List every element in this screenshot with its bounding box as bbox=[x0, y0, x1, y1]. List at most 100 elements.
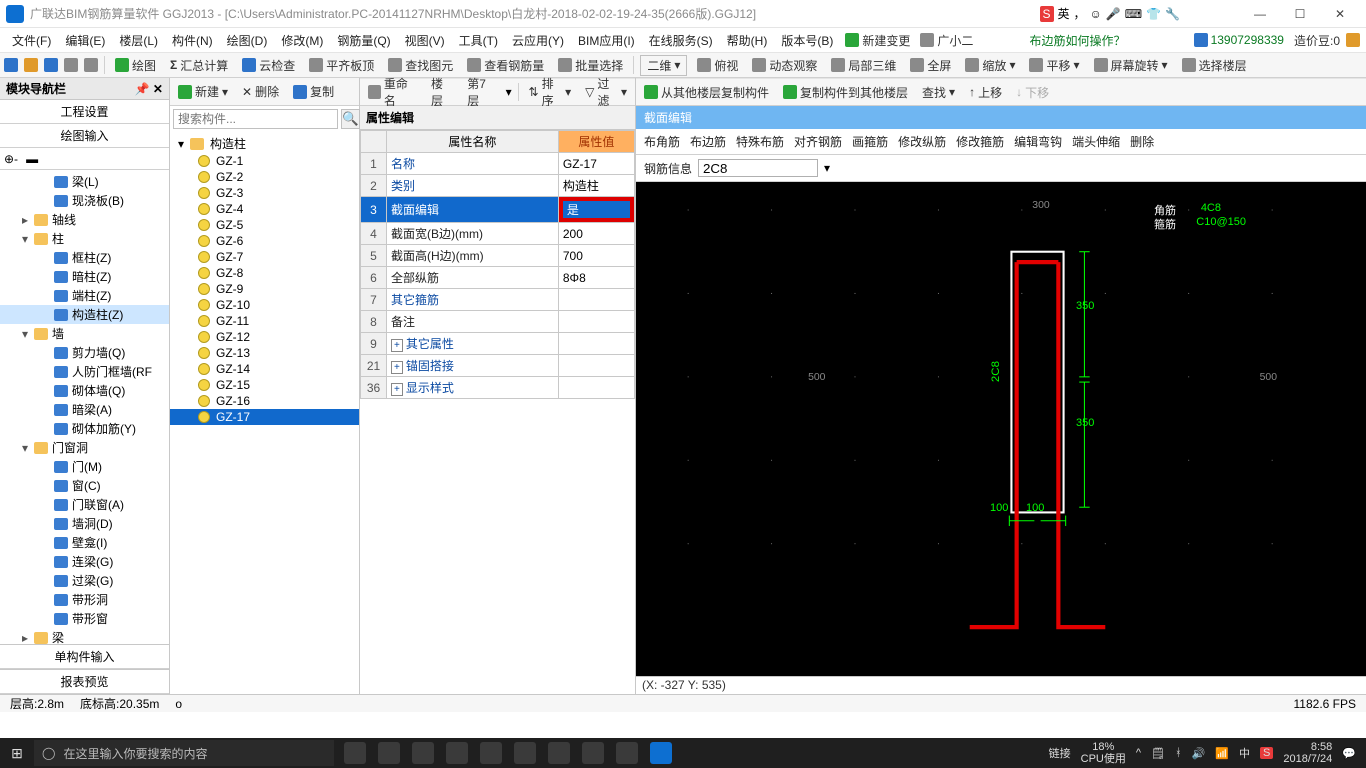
move-down-btn[interactable]: ↓ 下移 bbox=[1012, 82, 1053, 103]
sel-floor-btn[interactable]: 选择楼层 bbox=[1178, 55, 1251, 76]
menu-tool[interactable]: 工具(T) bbox=[453, 30, 504, 51]
nav-带形洞[interactable]: 带形洞 bbox=[0, 590, 169, 609]
save-icon[interactable] bbox=[44, 58, 58, 72]
menu-modify[interactable]: 修改(M) bbox=[275, 30, 329, 51]
rebar-info-input[interactable] bbox=[698, 159, 818, 177]
maximize-button[interactable]: ☐ bbox=[1280, 7, 1320, 21]
nav-过梁(G)[interactable]: 过梁(G) bbox=[0, 571, 169, 590]
pin-icon[interactable]: 📌 ✕ bbox=[135, 82, 163, 96]
orbit-btn[interactable]: 动态观察 bbox=[748, 55, 821, 76]
prop-row-4[interactable]: 4截面宽(B边)(mm)200 bbox=[361, 223, 635, 245]
pan-btn[interactable]: 平移 ▾ bbox=[1025, 55, 1083, 76]
nav-轴线[interactable]: ▸轴线 bbox=[0, 210, 169, 229]
2d-dropdown[interactable]: 二维 ▾ bbox=[640, 55, 687, 76]
special-bar-btn[interactable]: 特殊布筋 bbox=[736, 133, 784, 150]
menu-bim[interactable]: BIM应用(I) bbox=[572, 30, 641, 51]
redo-icon[interactable] bbox=[84, 58, 98, 72]
ime-lang[interactable]: 英 bbox=[1058, 5, 1070, 22]
prop-row-9[interactable]: 9+其它属性 bbox=[361, 333, 635, 355]
mic-icon[interactable]: 🎤 bbox=[1106, 7, 1121, 21]
nav-窗(C)[interactable]: 窗(C) bbox=[0, 476, 169, 495]
corner-bar-btn[interactable]: 布角筋 bbox=[644, 133, 680, 150]
nav-门窗洞[interactable]: ▾门窗洞 bbox=[0, 438, 169, 457]
app-icon-2[interactable] bbox=[412, 742, 434, 764]
app-icon-8[interactable] bbox=[616, 742, 638, 764]
nav-墙[interactable]: ▾墙 bbox=[0, 324, 169, 343]
find-comp-btn[interactable]: 查找 ▾ bbox=[918, 82, 959, 103]
prop-row-21[interactable]: 21+锚固搭接 bbox=[361, 355, 635, 377]
app-icon-5[interactable] bbox=[514, 742, 536, 764]
menu-floor[interactable]: 楼层(L) bbox=[113, 30, 164, 51]
gz-item-GZ-2[interactable]: GZ-2 bbox=[170, 169, 359, 185]
prop-row-7[interactable]: 7其它箍筋 bbox=[361, 289, 635, 311]
nav-现浇板(B)[interactable]: 现浇板(B) bbox=[0, 191, 169, 210]
tab-1[interactable]: ⊕- bbox=[4, 152, 18, 166]
nav-柱[interactable]: ▾柱 bbox=[0, 229, 169, 248]
ime-bar[interactable]: S 英 ， ☺ 🎤 ⌨ 👕 🔧 bbox=[1040, 5, 1181, 22]
tray-up-icon[interactable]: ^ bbox=[1136, 747, 1141, 759]
app-icon-9[interactable] bbox=[650, 742, 672, 764]
tab-2[interactable]: ▬ bbox=[26, 152, 38, 166]
section-canvas[interactable]: 300 500 500 bbox=[636, 182, 1366, 676]
cloud-check-btn[interactable]: 云检查 bbox=[238, 55, 299, 76]
menu-rebar[interactable]: 钢筋量(Q) bbox=[331, 30, 396, 51]
dropdown-icon[interactable]: ▾ bbox=[824, 161, 830, 175]
clock[interactable]: 8:582018/7/24 bbox=[1283, 741, 1332, 765]
app-icon-7[interactable] bbox=[582, 742, 604, 764]
edit-hook-btn[interactable]: 编辑弯钩 bbox=[1014, 133, 1062, 150]
prop-row-3[interactable]: 3截面编辑是 bbox=[361, 197, 635, 223]
mod-stirrup-btn[interactable]: 修改箍筋 bbox=[956, 133, 1004, 150]
menu-component[interactable]: 构件(N) bbox=[166, 30, 219, 51]
gz-item-GZ-8[interactable]: GZ-8 bbox=[170, 265, 359, 281]
close-button[interactable]: ✕ bbox=[1320, 7, 1360, 21]
draw-btn[interactable]: 绘图 bbox=[111, 55, 160, 76]
app-icon-6[interactable] bbox=[548, 742, 570, 764]
nav-暗柱(Z)[interactable]: 暗柱(Z) bbox=[0, 267, 169, 286]
taskview-icon[interactable] bbox=[344, 742, 366, 764]
gz-item-GZ-15[interactable]: GZ-15 bbox=[170, 377, 359, 393]
link-label[interactable]: 链接 bbox=[1049, 745, 1071, 761]
tray-sogou-icon[interactable]: S bbox=[1260, 747, 1273, 759]
nav-端柱(Z)[interactable]: 端柱(Z) bbox=[0, 286, 169, 305]
sum-btn[interactable]: Σ 汇总计算 bbox=[166, 55, 232, 76]
search-input[interactable] bbox=[173, 109, 338, 129]
ime-punct[interactable]: ， bbox=[1074, 5, 1086, 22]
local-3d-btn[interactable]: 局部三维 bbox=[827, 55, 900, 76]
wrench-icon[interactable]: 🔧 bbox=[1165, 7, 1180, 21]
gz-item-GZ-1[interactable]: GZ-1 bbox=[170, 153, 359, 169]
single-input-btn[interactable]: 单构件输入 bbox=[0, 644, 169, 669]
tray-ime-icon[interactable]: 中 bbox=[1239, 745, 1250, 761]
new-change-btn[interactable]: 新建变更 bbox=[841, 30, 914, 51]
copy-from-btn[interactable]: 从其他楼层复制构件 bbox=[640, 82, 773, 103]
gz-item-GZ-14[interactable]: GZ-14 bbox=[170, 361, 359, 377]
menu-file[interactable]: 文件(F) bbox=[6, 30, 57, 51]
menu-draw[interactable]: 绘图(D) bbox=[221, 30, 274, 51]
menu-online[interactable]: 在线服务(S) bbox=[643, 30, 719, 51]
fullscreen-btn[interactable]: 全屏 bbox=[906, 55, 955, 76]
nav-tree[interactable]: 梁(L)现浇板(B)▸轴线▾柱框柱(Z)暗柱(Z)端柱(Z)构造柱(Z)▾墙剪力… bbox=[0, 170, 169, 644]
action-center-icon[interactable]: 💬 bbox=[1342, 747, 1356, 760]
prop-row-1[interactable]: 1名称GZ-17 bbox=[361, 153, 635, 175]
app-icon-1[interactable] bbox=[378, 742, 400, 764]
menu-cloud[interactable]: 云应用(Y) bbox=[506, 30, 570, 51]
gz-item-GZ-16[interactable]: GZ-16 bbox=[170, 393, 359, 409]
app-icon-4[interactable] bbox=[480, 742, 502, 764]
gz-item-GZ-6[interactable]: GZ-6 bbox=[170, 233, 359, 249]
nav-连梁(G)[interactable]: 连梁(G) bbox=[0, 552, 169, 571]
gz-item-GZ-12[interactable]: GZ-12 bbox=[170, 329, 359, 345]
gz-item-GZ-17[interactable]: GZ-17 bbox=[170, 409, 359, 425]
prop-row-5[interactable]: 5截面高(H边)(mm)700 bbox=[361, 245, 635, 267]
nav-壁龛(I)[interactable]: 壁龛(I) bbox=[0, 533, 169, 552]
coin-label[interactable]: 造价豆:0 bbox=[1290, 30, 1344, 51]
align-bar-btn[interactable]: 对齐钢筋 bbox=[794, 133, 842, 150]
del-comp-btn[interactable]: ✕ 删除 bbox=[238, 81, 283, 102]
gz-item-GZ-9[interactable]: GZ-9 bbox=[170, 281, 359, 297]
new-file-icon[interactable] bbox=[4, 58, 18, 72]
prop-row-8[interactable]: 8备注 bbox=[361, 311, 635, 333]
nav-剪力墙(Q)[interactable]: 剪力墙(Q) bbox=[0, 343, 169, 362]
nav-门联窗(A)[interactable]: 门联窗(A) bbox=[0, 495, 169, 514]
app-icon-3[interactable] bbox=[446, 742, 468, 764]
nav-框柱(Z)[interactable]: 框柱(Z) bbox=[0, 248, 169, 267]
draw-input-btn[interactable]: 绘图输入 bbox=[0, 124, 169, 148]
nav-暗梁(A)[interactable]: 暗梁(A) bbox=[0, 400, 169, 419]
